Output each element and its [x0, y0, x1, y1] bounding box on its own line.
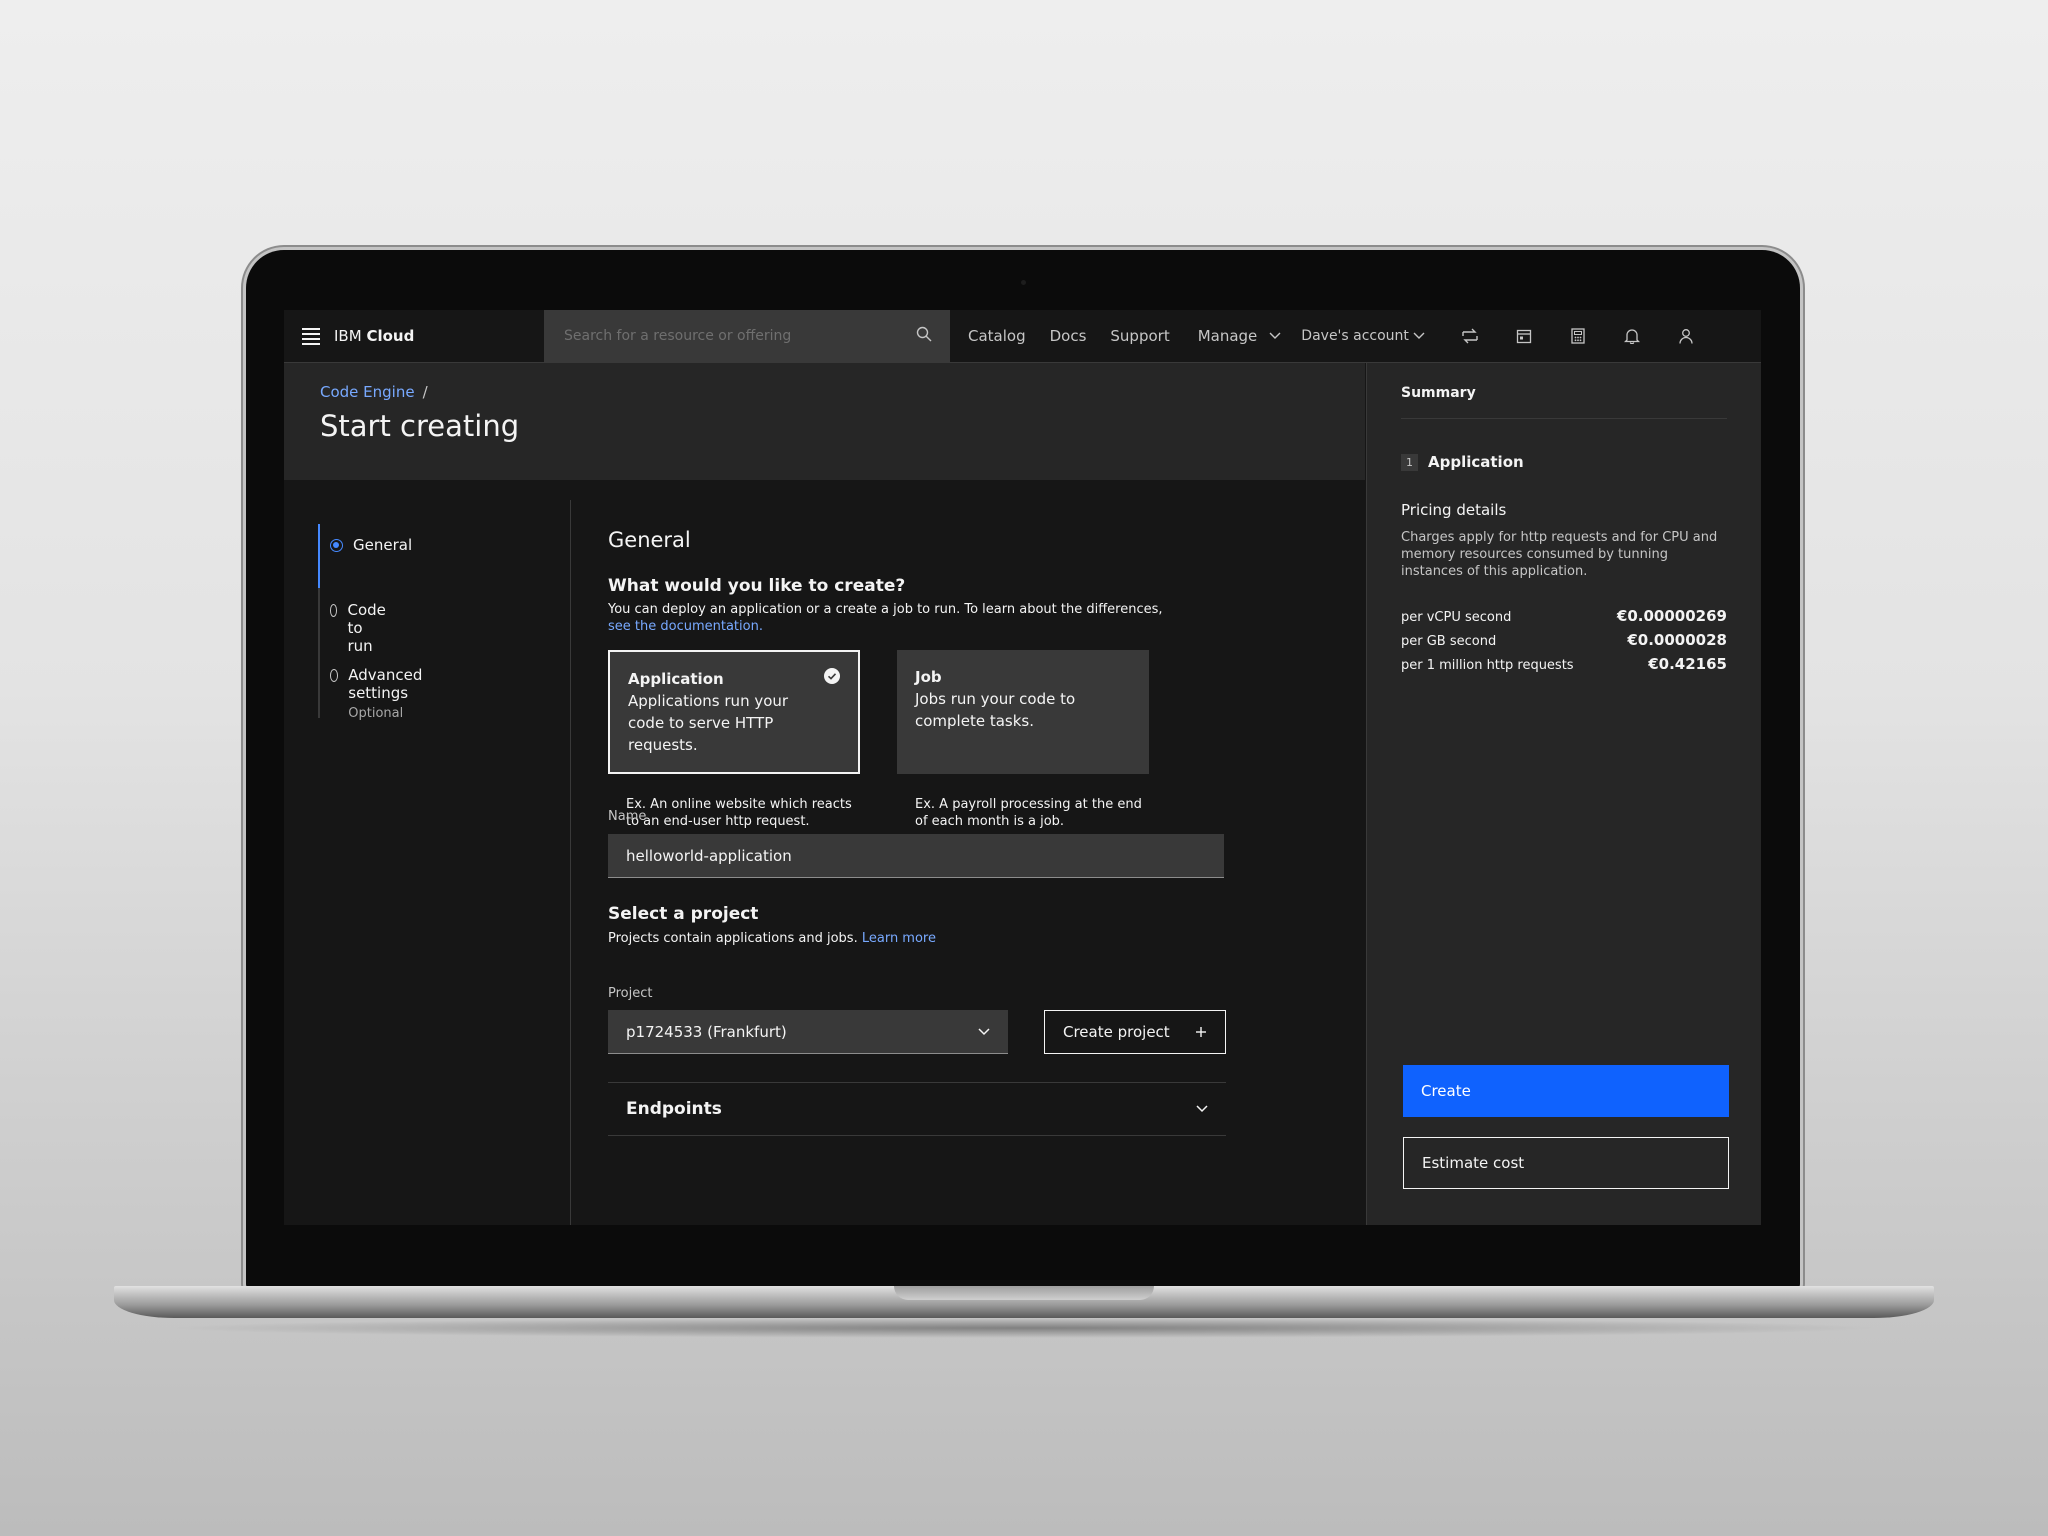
laptop-shadow — [160, 1318, 1888, 1338]
laptop-lid: IBM Cloud Catalog Docs Support Manage Da… — [246, 250, 1800, 1290]
step-optional-label: Optional — [348, 706, 404, 721]
page-header: Code Engine / Start creating — [284, 363, 1365, 480]
summary-panel: Summary 1 Application Pricing details Ch… — [1366, 363, 1761, 1225]
column-divider — [570, 500, 571, 1225]
breadcrumb: Code Engine / — [320, 383, 428, 401]
brand[interactable]: IBM Cloud — [334, 327, 544, 345]
create-type-description: You can deploy an application or a creat… — [608, 601, 1168, 635]
chevron-down-icon — [978, 1027, 990, 1035]
step-advanced-settings[interactable]: Advanced settings Optional — [330, 666, 427, 721]
step-general[interactable]: General — [330, 536, 412, 554]
summary-divider — [1401, 418, 1727, 419]
endpoints-accordion[interactable]: Endpoints — [608, 1082, 1226, 1136]
price-row: per vCPU second €0.00000269 — [1401, 607, 1727, 625]
estimate-cost-button[interactable]: Estimate cost — [1403, 1137, 1729, 1189]
tile-job[interactable]: Job Jobs run your code to complete tasks… — [897, 650, 1149, 774]
calendar-icon[interactable] — [1497, 310, 1551, 362]
nav-catalog[interactable]: Catalog — [968, 327, 1026, 345]
create-button[interactable]: Create — [1403, 1065, 1729, 1117]
chevron-down-icon — [1269, 332, 1281, 339]
price-label: per GB second — [1401, 634, 1497, 649]
checkmark-filled-icon — [824, 668, 840, 690]
learn-more-link[interactable]: Learn more — [862, 931, 936, 946]
step-current-icon — [330, 539, 343, 552]
name-input[interactable] — [608, 834, 1224, 878]
name-label: Name — [608, 809, 647, 824]
price-label: per vCPU second — [1401, 610, 1512, 625]
create-project-button[interactable]: Create project — [1044, 1010, 1226, 1054]
tile-description: Applications run your code to serve HTTP… — [628, 692, 789, 754]
summary-item-title: Application — [1428, 453, 1524, 471]
project-select[interactable]: p1724533 (Frankfurt) — [608, 1010, 1008, 1054]
step-label: Code to run — [347, 601, 386, 655]
brand-prefix: IBM — [334, 327, 362, 345]
top-header: IBM Cloud Catalog Docs Support Manage Da… — [284, 310, 1761, 363]
project-title: Select a project — [608, 904, 759, 924]
pricing-title: Pricing details — [1401, 501, 1507, 519]
tile-application[interactable]: Application Applications run your code t… — [608, 650, 860, 774]
price-value: €0.42165 — [1648, 655, 1727, 673]
chevron-down-icon — [1413, 332, 1425, 339]
nav-support[interactable]: Support — [1110, 327, 1169, 345]
account-name: Dave's account — [1301, 328, 1409, 344]
step-label: General — [353, 536, 413, 554]
tile-title: Job — [915, 668, 942, 686]
tile-description: Jobs run your code to complete tasks. — [915, 690, 1076, 730]
search-bar[interactable] — [544, 310, 950, 362]
summary-item: 1 Application — [1401, 453, 1524, 471]
brand-name: Cloud — [366, 327, 415, 345]
create-type-question: What would you like to create? — [608, 576, 906, 596]
create-project-label: Create project — [1063, 1023, 1170, 1041]
notification-icon[interactable] — [1605, 310, 1659, 362]
step-incomplete-icon — [330, 604, 338, 617]
search-input[interactable] — [562, 327, 906, 345]
step-label: Advanced settings — [348, 666, 423, 702]
laptop-notch — [894, 1286, 1154, 1300]
menu-icon[interactable] — [302, 327, 320, 345]
project-description-text: Projects contain applications and jobs. — [608, 931, 858, 946]
step-incomplete-icon — [330, 669, 339, 682]
nav-manage[interactable]: Manage — [1198, 327, 1282, 345]
price-label: per 1 million http requests — [1401, 658, 1574, 673]
section-title: General — [608, 528, 691, 552]
calculator-icon[interactable] — [1551, 310, 1605, 362]
camera — [1021, 280, 1026, 285]
breadcrumb-link[interactable]: Code Engine — [320, 383, 415, 401]
pricing-description: Charges apply for http requests and for … — [1401, 530, 1718, 579]
price-value: €0.00000269 — [1616, 607, 1727, 625]
tile-example: Ex. A payroll processing at the end of e… — [915, 797, 1142, 829]
user-icon[interactable] — [1659, 310, 1713, 362]
project-description: Projects contain applications and jobs. … — [608, 931, 936, 946]
breadcrumb-separator: / — [422, 383, 428, 401]
screen: IBM Cloud Catalog Docs Support Manage Da… — [284, 310, 1761, 1225]
chevron-down-icon — [1196, 1105, 1208, 1113]
tile-example: Ex. An online website which reacts to an… — [626, 797, 852, 829]
price-value: €0.0000028 — [1627, 631, 1727, 649]
page-title: Start creating — [320, 409, 520, 443]
nav-docs[interactable]: Docs — [1050, 327, 1087, 345]
accordion-title: Endpoints — [626, 1099, 722, 1119]
tile-title: Application — [628, 670, 724, 688]
account-switcher[interactable]: Dave's account — [1301, 328, 1425, 344]
laptop-base — [114, 1286, 1934, 1318]
documentation-link[interactable]: see the documentation. — [608, 619, 763, 634]
step-code-to-run[interactable]: Code to run — [330, 601, 391, 655]
project-selected-value: p1724533 (Frankfurt) — [626, 1022, 787, 1041]
search-icon[interactable] — [916, 326, 932, 346]
summary-title: Summary — [1401, 385, 1476, 401]
description-text: You can deploy an application or a creat… — [608, 602, 1163, 617]
step-number-badge: 1 — [1401, 453, 1418, 471]
price-row: per GB second €0.0000028 — [1401, 631, 1727, 649]
nav-manage-label: Manage — [1197, 327, 1258, 345]
switcher-icon[interactable] — [1443, 310, 1497, 362]
price-row: per 1 million http requests €0.42165 — [1401, 655, 1727, 673]
progress-active-bar — [318, 524, 320, 588]
project-label: Project — [608, 986, 653, 1001]
add-icon — [1196, 1027, 1206, 1037]
